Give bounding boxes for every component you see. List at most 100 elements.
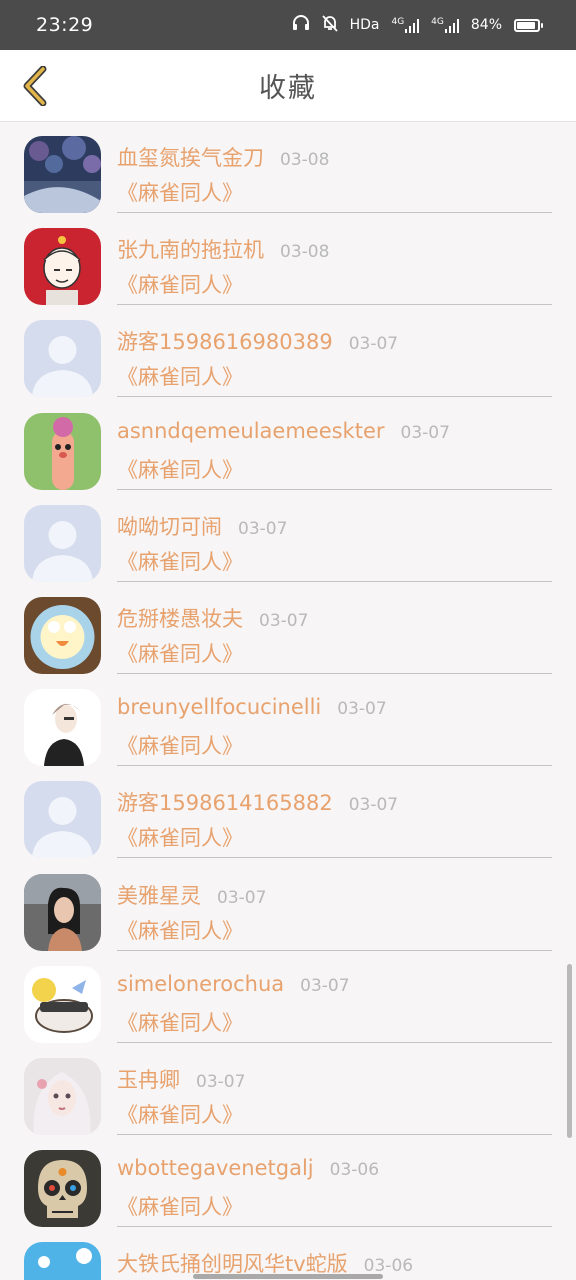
user-name[interactable]: 游客1598614165882 (117, 787, 333, 817)
work-title[interactable]: 《麻雀同人》 (117, 730, 243, 760)
favorite-info: 张九南的拖拉机 03-08 《麻雀同人》 (117, 228, 552, 306)
work-title[interactable]: 《麻雀同人》 (117, 1191, 243, 1221)
favorite-info: wbottegavenetgalj 03-06 《麻雀同人》 (117, 1150, 552, 1228)
user-name[interactable]: 血玺氮挨气金刀 (117, 142, 264, 172)
favorite-item[interactable]: simelonerochua 03-07 《麻雀同人》 (0, 952, 576, 1044)
favorite-item[interactable]: 血玺氮挨气金刀 03-08 《麻雀同人》 (0, 122, 576, 214)
work-title[interactable]: 《麻雀同人》 (117, 915, 243, 945)
favorite-date: 03-07 (300, 975, 350, 996)
home-indicator[interactable] (193, 1274, 383, 1279)
user-name[interactable]: 危掰楼愚妆夫 (117, 603, 243, 633)
work-title[interactable]: 《麻雀同人》 (117, 1099, 243, 1129)
battery-percent: 84% (470, 17, 502, 33)
avatar[interactable] (24, 873, 101, 951)
avatar[interactable] (24, 504, 101, 582)
favorite-date: 03-08 (280, 242, 330, 263)
favorite-date: 03-07 (217, 887, 267, 908)
favorite-info: simelonerochua 03-07 《麻雀同人》 (117, 966, 552, 1043)
avatar[interactable] (24, 781, 101, 859)
favorite-info: 玉冉卿 03-07 《麻雀同人》 (117, 1058, 552, 1135)
name-line: asnndqemeulaemeeskter 03-07 (117, 419, 450, 443)
favorite-item[interactable]: breunyellfocucinelli 03-07 《麻雀同人》 (0, 675, 576, 767)
user-name[interactable]: asnndqemeulaemeeskter (117, 419, 385, 443)
name-line: 游客1598614165882 03-07 (117, 787, 398, 817)
work-title[interactable]: 《麻雀同人》 (117, 177, 243, 207)
avatar[interactable] (24, 320, 101, 398)
user-name[interactable]: 玉冉卿 (117, 1064, 180, 1094)
signal-icon-1: 4G (391, 17, 420, 33)
favorite-item[interactable]: 张九南的拖拉机 03-08 《麻雀同人》 (0, 214, 576, 306)
user-name[interactable]: 张九南的拖拉机 (117, 234, 264, 264)
favorite-item[interactable]: 游客1598616980389 03-07 《麻雀同人》 (0, 306, 576, 398)
name-line: 张九南的拖拉机 03-08 (117, 234, 329, 264)
name-line: 血玺氮挨气金刀 03-08 (117, 142, 329, 172)
avatar[interactable] (24, 412, 101, 490)
favorite-date: 03-06 (329, 1160, 380, 1181)
page-title: 收藏 (259, 73, 317, 104)
favorite-date: 03-07 (196, 1071, 246, 1092)
work-title[interactable]: 《麻雀同人》 (117, 546, 243, 576)
status-icons: HDa 4G 4G 84% (292, 14, 543, 36)
network-type-label: 4G (391, 17, 405, 27)
favorite-info: 血玺氮挨气金刀 03-08 《麻雀同人》 (117, 136, 552, 213)
favorite-date: 03-07 (348, 334, 399, 355)
work-title[interactable]: 《麻雀同人》 (117, 822, 243, 852)
status-time: 23:29 (36, 14, 94, 36)
work-title[interactable]: 《麻雀同人》 (117, 1007, 243, 1037)
user-name[interactable]: breunyellfocucinelli (117, 695, 321, 719)
name-line: 美雅星灵 03-07 (117, 880, 266, 910)
user-name[interactable]: 呦呦切可闹 (117, 511, 222, 541)
avatar[interactable] (24, 136, 101, 213)
favorite-item[interactable]: asnndqemeulaemeeskter 03-07 《麻雀同人》 (0, 399, 576, 491)
name-line: 玉冉卿 03-07 (117, 1064, 245, 1094)
back-button[interactable] (10, 60, 58, 112)
status-bar: 23:29 HDa 4G 4G 84% (0, 0, 576, 50)
favorite-date: 03-07 (337, 699, 387, 720)
avatar[interactable] (24, 1242, 101, 1280)
nav-bar: 收藏 (0, 50, 576, 122)
signal-icon-2: 4G (431, 17, 459, 33)
headphones-icon (292, 15, 310, 35)
favorite-date: 03-07 (348, 795, 399, 816)
favorite-item[interactable]: wbottegavenetgalj 03-06 《麻雀同人》 (0, 1136, 576, 1228)
favorite-item[interactable]: 呦呦切可闹 03-07 《麻雀同人》 (0, 491, 576, 583)
name-line: wbottegavenetgalj 03-06 (117, 1156, 379, 1180)
name-line: breunyellfocucinelli 03-07 (117, 695, 387, 719)
mute-bell-icon (321, 14, 338, 36)
user-name[interactable]: simelonerochua (117, 972, 284, 996)
battery-level (517, 21, 536, 29)
favorite-info: 危掰楼愚妆夫 03-07 《麻雀同人》 (117, 597, 552, 674)
avatar[interactable] (24, 1057, 101, 1135)
favorite-item[interactable]: 危掰楼愚妆夫 03-07 《麻雀同人》 (0, 583, 576, 675)
avatar[interactable] (24, 965, 101, 1043)
favorite-info: 游客1598614165882 03-07 《麻雀同人》 (117, 781, 552, 859)
favorite-item[interactable]: 游客1598614165882 03-07 《麻雀同人》 (0, 767, 576, 859)
work-title[interactable]: 《麻雀同人》 (117, 638, 243, 668)
battery-icon (514, 18, 543, 32)
favorite-info: breunyellfocucinelli 03-07 《麻雀同人》 (117, 689, 552, 767)
work-title[interactable]: 《麻雀同人》 (117, 454, 243, 484)
network-type-label-2: 4G (431, 17, 444, 27)
work-title[interactable]: 《麻雀同人》 (117, 269, 243, 299)
avatar[interactable] (24, 689, 101, 767)
favorite-info: asnndqemeulaemeeskter 03-07 《麻雀同人》 (117, 413, 552, 490)
user-name[interactable]: 美雅星灵 (117, 880, 201, 910)
favorite-item[interactable]: 大铁氏捅创明风华tv蛇版 03-06 (0, 1228, 576, 1280)
user-name[interactable]: wbottegavenetgalj (117, 1156, 314, 1180)
name-line: 危掰楼愚妆夫 03-07 (117, 603, 308, 633)
favorites-list: 血玺氮挨气金刀 03-08 《麻雀同人》 张九南的拖拉机 03-08 《麻雀同人》 游客15… (0, 122, 576, 1280)
user-name[interactable]: 游客1598616980389 (117, 326, 333, 356)
favorite-date: 03-07 (259, 610, 309, 631)
avatar[interactable] (24, 228, 101, 306)
work-title[interactable]: 《麻雀同人》 (117, 361, 243, 391)
favorite-date: 03-07 (400, 422, 450, 443)
avatar[interactable] (24, 1150, 101, 1228)
favorite-item[interactable]: 玉冉卿 03-07 《麻雀同人》 (0, 1044, 576, 1136)
name-line: 呦呦切可闹 03-07 (117, 511, 287, 541)
name-line: 游客1598616980389 03-07 (117, 326, 398, 356)
avatar[interactable] (24, 596, 101, 674)
name-line: simelonerochua 03-07 (117, 972, 350, 996)
favorite-info: 游客1598616980389 03-07 《麻雀同人》 (117, 320, 552, 398)
favorite-item[interactable]: 美雅星灵 03-07 《麻雀同人》 (0, 860, 576, 952)
scrollbar[interactable] (567, 964, 572, 1138)
